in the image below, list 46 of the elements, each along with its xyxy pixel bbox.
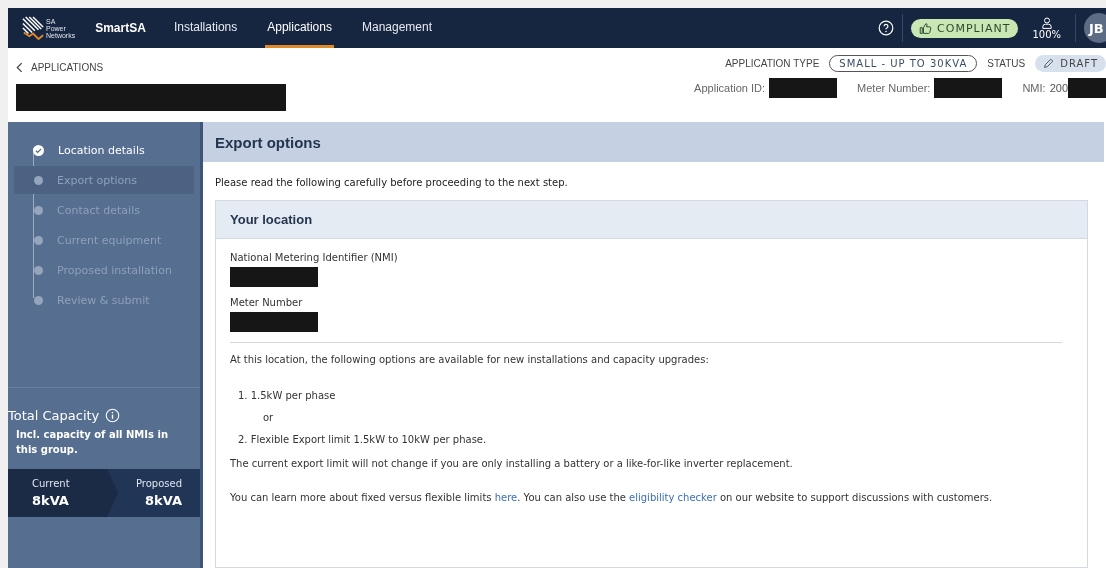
value: 8kVA [145, 493, 182, 508]
paragraph: At this location, the following options are available for new installations and capacity upgrades: [230, 353, 710, 367]
redacted-block [1068, 78, 1106, 98]
link[interactable]: eligibility checker [629, 492, 717, 503]
back-link[interactable]: APPLICATIONS [16, 62, 286, 73]
paragraph: You can learn more about fixed versus flexible limits here. You can also use the eligibility checker on our website to support discussions with customers. [230, 491, 994, 505]
thumbs-up-icon [919, 21, 933, 35]
compliance-badge[interactable]: COMPLIANT [911, 18, 1019, 38]
label: APPLICATION TYPE [725, 58, 820, 69]
capacity-note: Incl. capacity of all NMIs in this group. [15, 428, 169, 457]
card-title: Your location [230, 212, 313, 227]
nav-tab[interactable]: Management [359, 8, 434, 48]
paragraph: The current export limit will not change if you are only installing a battery or a like-for-like inverter replacement. [230, 457, 794, 471]
field-label: Meter Number [230, 297, 304, 308]
field-label: Application ID: [694, 82, 766, 94]
field-label: NMI: [1022, 82, 1046, 94]
field-label: Meter Number: [857, 82, 931, 94]
redacted-block [769, 78, 838, 98]
zoom-indicator[interactable]: 100% [1026, 16, 1067, 40]
label: Current [32, 478, 71, 489]
step-dot-icon [34, 295, 43, 305]
label: Proposed [135, 478, 182, 489]
section-title: Export options [215, 133, 321, 151]
step-dot-icon [34, 175, 43, 185]
value: 8kVA [32, 493, 70, 508]
nav-tab[interactable]: Installations [171, 8, 240, 48]
pencil-icon [1043, 58, 1055, 69]
list-item: 1. 1.5kW per phase [238, 389, 337, 403]
label: STATUS [987, 58, 1026, 69]
capacity-title: Total Capacity [8, 408, 100, 423]
list-item: 2. Flexible Export limit 1.5kW to 10kW per phase. [238, 433, 488, 447]
app-name[interactable]: SmartSA [95, 21, 146, 35]
info-icon[interactable] [105, 408, 121, 423]
user-avatar[interactable]: JB [1084, 13, 1106, 43]
logo-stripes-icon [22, 15, 44, 41]
redacted-block [934, 78, 1003, 98]
step-item[interactable]: Location details [14, 136, 194, 164]
chevron-left-icon [16, 62, 23, 73]
status-badge: DRAFT [1035, 55, 1106, 72]
help-icon[interactable] [878, 20, 895, 36]
field-value: 200 [1049, 82, 1068, 94]
separator-text: or [262, 411, 275, 425]
person-icon [1041, 16, 1052, 29]
check-circle-icon [33, 144, 44, 156]
instruction-text: Please read the following carefully before proceeding to the next step. [214, 176, 569, 188]
field-label: National Metering Identifier (NMI) [230, 252, 399, 263]
